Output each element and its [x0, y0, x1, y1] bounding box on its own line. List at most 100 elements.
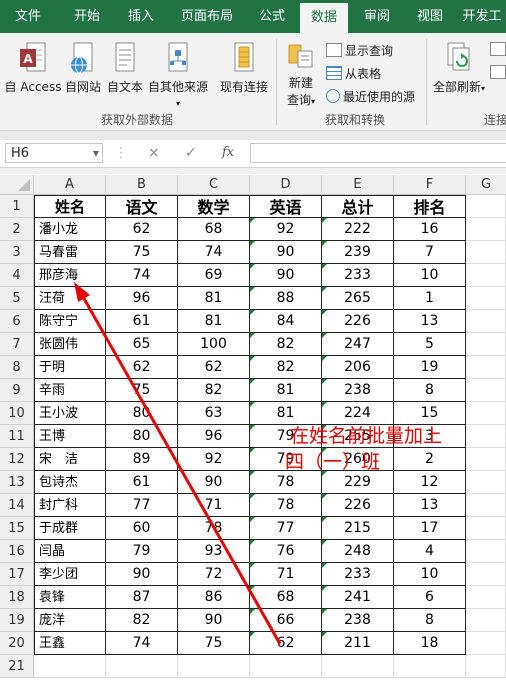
cell-rank[interactable]: 10: [394, 563, 466, 586]
cell-math[interactable]: 86: [178, 586, 250, 609]
cell-chinese[interactable]: 62: [106, 356, 178, 379]
col-header-e[interactable]: E: [322, 175, 394, 195]
cell-chinese[interactable]: 60: [106, 517, 178, 540]
cell-name[interactable]: 马春雷: [34, 241, 106, 264]
row-header[interactable]: 17: [0, 563, 34, 586]
tab-developer[interactable]: 开发工: [458, 0, 506, 33]
cell-chinese[interactable]: 62: [106, 218, 178, 241]
col-header-a[interactable]: A: [34, 175, 106, 195]
empty-cell[interactable]: [322, 655, 394, 678]
cell-english[interactable]: 76: [250, 540, 322, 563]
cell-name[interactable]: 王鑫: [34, 632, 106, 655]
cell-total[interactable]: 239: [322, 241, 394, 264]
cell-total[interactable]: 226: [322, 310, 394, 333]
cell-math[interactable]: 81: [178, 287, 250, 310]
cell-rank[interactable]: 5: [394, 333, 466, 356]
show-queries-button[interactable]: 显示查询: [326, 42, 393, 59]
cell-chinese[interactable]: 61: [106, 471, 178, 494]
cell-english[interactable]: 81: [250, 379, 322, 402]
cell-english[interactable]: 88: [250, 287, 322, 310]
cell-english[interactable]: 78: [250, 471, 322, 494]
header-cell-name[interactable]: 姓名: [34, 195, 106, 218]
row-header[interactable]: 7: [0, 333, 34, 356]
cell-name[interactable]: 闫晶: [34, 540, 106, 563]
from-text-button[interactable]: 自文本: [104, 41, 146, 95]
row-header[interactable]: 4: [0, 264, 34, 287]
tab-data[interactable]: 数据: [300, 3, 348, 33]
cell-total[interactable]: 222: [322, 218, 394, 241]
cell-english[interactable]: 68: [250, 586, 322, 609]
cell-rank[interactable]: 4: [394, 540, 466, 563]
row-header[interactable]: 21: [0, 655, 34, 678]
row-header[interactable]: 12: [0, 448, 34, 471]
cell-name[interactable]: 于成群: [34, 517, 106, 540]
cell-rank[interactable]: 8: [394, 379, 466, 402]
cell-total[interactable]: 229: [322, 471, 394, 494]
cell-chinese[interactable]: 80: [106, 425, 178, 448]
from-web-button[interactable]: 自网站: [62, 41, 104, 95]
cell-math[interactable]: 100: [178, 333, 250, 356]
row-header[interactable]: 3: [0, 241, 34, 264]
col-header-c[interactable]: C: [178, 175, 250, 195]
cell-total[interactable]: 226: [322, 494, 394, 517]
cell-english[interactable]: 90: [250, 264, 322, 287]
empty-cell[interactable]: [466, 517, 506, 540]
cell-english[interactable]: 78: [250, 494, 322, 517]
cell-name[interactable]: 包诗杰: [34, 471, 106, 494]
empty-cell[interactable]: [466, 356, 506, 379]
cell-math[interactable]: 90: [178, 609, 250, 632]
cell-rank[interactable]: 12: [394, 471, 466, 494]
tab-view[interactable]: 视图: [405, 0, 455, 33]
header-cell-rank[interactable]: 排名: [394, 195, 466, 218]
cell-math[interactable]: 62: [178, 356, 250, 379]
cell-chinese[interactable]: 65: [106, 333, 178, 356]
cell-total[interactable]: 215: [322, 517, 394, 540]
tab-file[interactable]: 文件: [0, 0, 56, 33]
empty-cell[interactable]: [178, 655, 250, 678]
chevron-down-icon[interactable]: ▼: [93, 144, 99, 164]
cell-name[interactable]: 于明: [34, 356, 106, 379]
cell-chinese[interactable]: 80: [106, 402, 178, 425]
empty-cell[interactable]: [466, 241, 506, 264]
recent-sources-button[interactable]: 最近使用的源: [326, 88, 415, 105]
row-header[interactable]: 16: [0, 540, 34, 563]
empty-cell[interactable]: [34, 655, 106, 678]
tab-page-layout[interactable]: 页面布局: [170, 0, 244, 33]
cell-total[interactable]: 265: [322, 287, 394, 310]
cell-chinese[interactable]: 75: [106, 379, 178, 402]
cell-math[interactable]: 90: [178, 471, 250, 494]
cell-rank[interactable]: 6: [394, 586, 466, 609]
empty-cell[interactable]: [250, 655, 322, 678]
name-box[interactable]: H6 ▼: [5, 143, 103, 163]
cell-name[interactable]: 庞洋: [34, 609, 106, 632]
cell-math[interactable]: 71: [178, 494, 250, 517]
cell-math[interactable]: 92: [178, 448, 250, 471]
empty-cell[interactable]: [466, 425, 506, 448]
empty-cell[interactable]: [466, 655, 506, 678]
cell-total[interactable]: 238: [322, 379, 394, 402]
tab-insert[interactable]: 插入: [115, 0, 167, 33]
empty-cell[interactable]: [466, 540, 506, 563]
col-header-f[interactable]: F: [394, 175, 466, 195]
cell-english[interactable]: 62: [250, 632, 322, 655]
cell-rank[interactable]: 7: [394, 241, 466, 264]
cell-math[interactable]: 74: [178, 241, 250, 264]
cell-rank[interactable]: 13: [394, 494, 466, 517]
tab-home[interactable]: 开始: [59, 0, 115, 33]
cell-math[interactable]: 63: [178, 402, 250, 425]
from-other-sources-button[interactable]: 自其他来源 ▾: [146, 41, 210, 109]
from-access-button[interactable]: A 自 Access: [4, 41, 62, 95]
cell-rank[interactable]: 10: [394, 264, 466, 287]
row-header[interactable]: 15: [0, 517, 34, 540]
cell-english[interactable]: 82: [250, 356, 322, 379]
cell-math[interactable]: 75: [178, 632, 250, 655]
tab-formulas[interactable]: 公式: [247, 0, 297, 33]
cell-name[interactable]: 封广科: [34, 494, 106, 517]
refresh-all-button[interactable]: 全部刷新▾: [430, 41, 488, 95]
cell-chinese[interactable]: 77: [106, 494, 178, 517]
cell-english[interactable]: 82: [250, 333, 322, 356]
cell-math[interactable]: 81: [178, 310, 250, 333]
cell-rank[interactable]: 19: [394, 356, 466, 379]
row-header[interactable]: 2: [0, 218, 34, 241]
properties-icon[interactable]: [490, 65, 506, 79]
